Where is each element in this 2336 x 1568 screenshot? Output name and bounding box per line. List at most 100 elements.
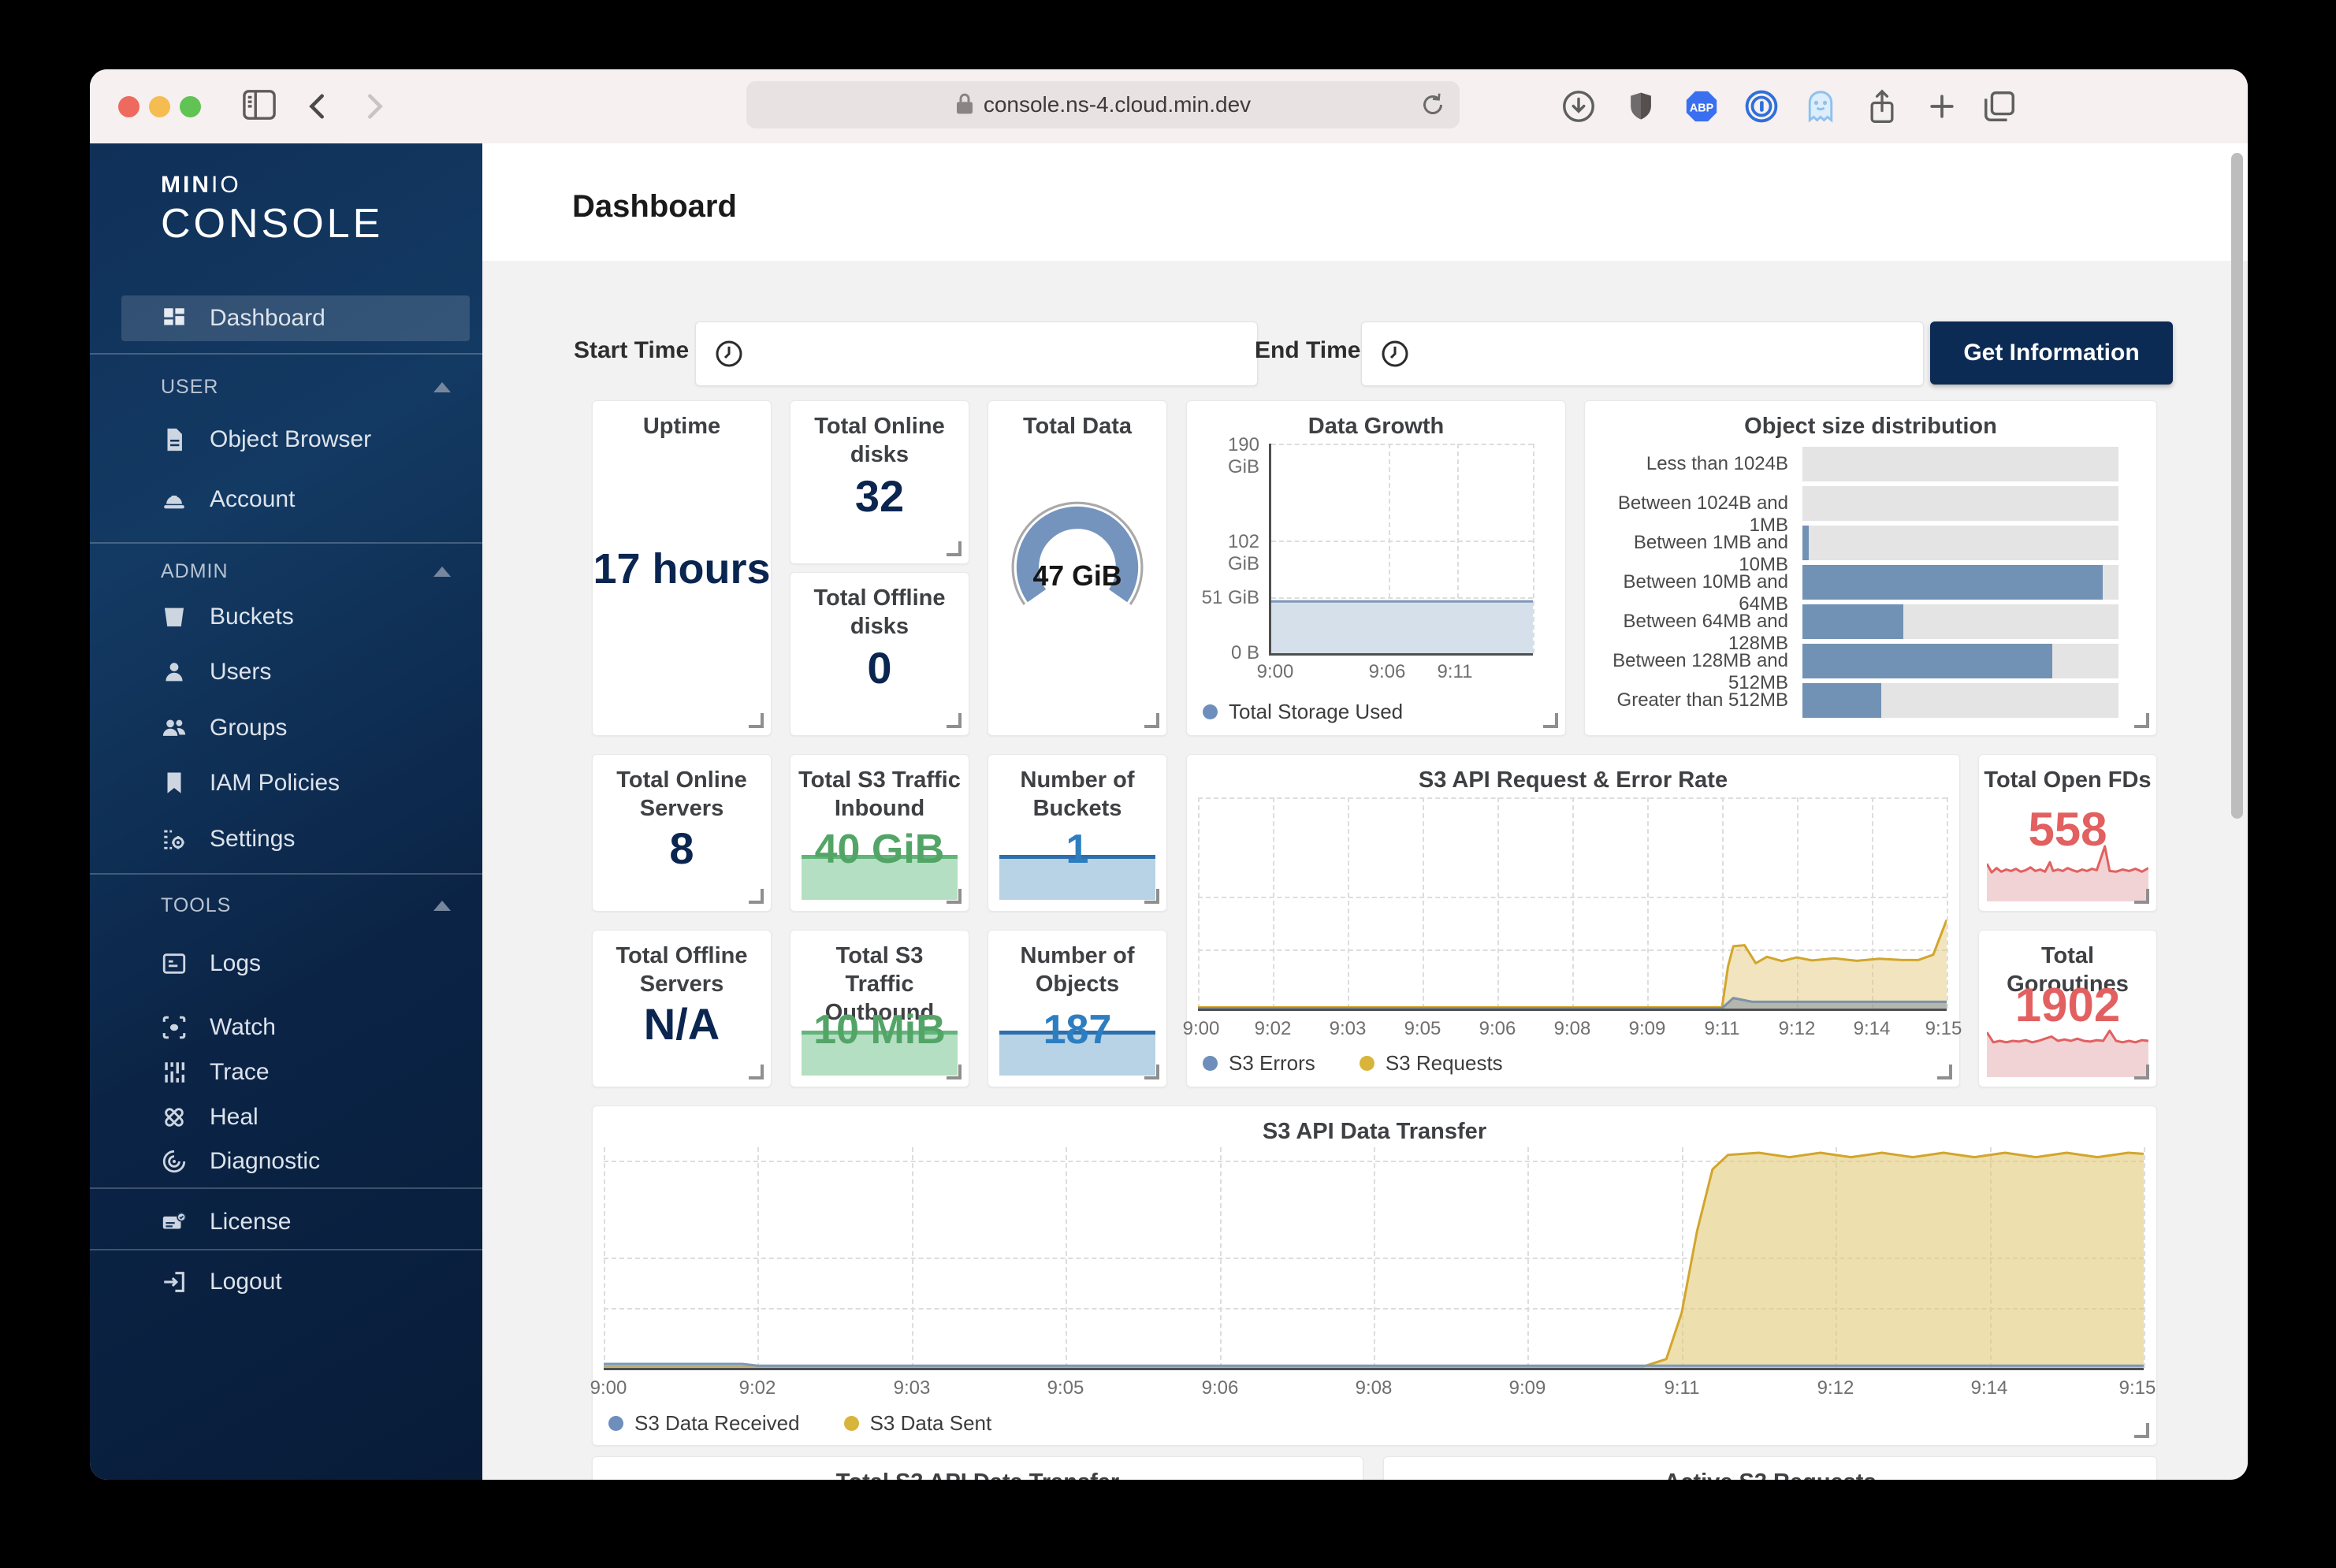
open-fds-card: Total Open FDs 558 bbox=[1978, 754, 2157, 912]
sidebar-item-object-browser[interactable]: Object Browser bbox=[121, 417, 470, 463]
sidebar-item-label: Object Browser bbox=[210, 426, 371, 453]
num-buckets-card: Number of Buckets 1 bbox=[988, 754, 1167, 912]
minimize-window-button[interactable] bbox=[149, 96, 170, 117]
tab-overview-icon[interactable] bbox=[1981, 88, 2018, 128]
card-title: Total S3 API Data Transfer bbox=[593, 1468, 1363, 1480]
sidebar-item-label: Logs bbox=[210, 950, 261, 977]
resize-corner-icon[interactable] bbox=[1937, 1065, 1952, 1079]
end-time-input[interactable] bbox=[1361, 321, 1924, 386]
traffic-inbound-card: Total S3 Traffic Inbound 40 GiB bbox=[790, 754, 969, 912]
reload-icon[interactable] bbox=[1419, 91, 1447, 123]
resize-corner-icon[interactable] bbox=[947, 541, 962, 556]
zoom-window-button[interactable] bbox=[180, 96, 201, 117]
x-tick: 9:03 bbox=[894, 1377, 931, 1399]
forward-button[interactable] bbox=[361, 91, 388, 125]
resize-corner-icon[interactable] bbox=[1144, 889, 1159, 904]
sidebar-item-settings[interactable]: Settings bbox=[121, 816, 470, 862]
start-time-label: Start Time bbox=[574, 337, 689, 364]
resize-corner-icon[interactable] bbox=[947, 1065, 962, 1079]
s3-data-transfer-card: S3 API Data Transfer 9:00 9:02 9:03 9:05… bbox=[592, 1105, 2157, 1446]
document-icon bbox=[161, 426, 188, 453]
card-title: Total Online Servers bbox=[593, 766, 771, 823]
card-title: Uptime bbox=[593, 412, 771, 440]
address-bar[interactable]: console.ns-4.cloud.min.dev bbox=[746, 81, 1460, 128]
back-button[interactable] bbox=[304, 91, 331, 125]
sidebar-item-heal[interactable]: Heal bbox=[121, 1094, 470, 1140]
bar-fill bbox=[1802, 683, 1881, 718]
sidebar-item-users[interactable]: Users bbox=[121, 649, 470, 695]
s3-request-error-card: S3 API Request & Error Rate 9:00 9:02 9:… bbox=[1186, 754, 1960, 1087]
sidebar-item-logout[interactable]: Logout bbox=[121, 1259, 470, 1305]
sidebar-section-user[interactable]: USER bbox=[161, 373, 451, 400]
collapse-icon[interactable] bbox=[433, 382, 451, 392]
resize-corner-icon[interactable] bbox=[1543, 713, 1558, 728]
close-window-button[interactable] bbox=[118, 96, 139, 117]
sidebar-item-label: Groups bbox=[210, 715, 287, 741]
x-tick: 9:12 bbox=[1779, 1018, 1816, 1040]
bar-fill bbox=[1802, 604, 1903, 639]
onepassword-icon[interactable] bbox=[1743, 88, 1780, 128]
new-tab-icon[interactable] bbox=[1925, 88, 1959, 128]
sidebar-item-diagnostic[interactable]: Diagnostic bbox=[121, 1139, 470, 1184]
sidebar-item-groups[interactable]: Groups bbox=[121, 705, 470, 751]
sidebar-item-license[interactable]: License bbox=[121, 1199, 470, 1245]
share-icon[interactable] bbox=[1865, 88, 1899, 130]
y-tick: 102 GiB bbox=[1192, 531, 1259, 575]
x-tick: 9:14 bbox=[1854, 1018, 1891, 1040]
resize-corner-icon[interactable] bbox=[749, 889, 764, 904]
resize-corner-icon[interactable] bbox=[947, 889, 962, 904]
sidebar-item-buckets[interactable]: Buckets bbox=[121, 594, 470, 640]
bar-track bbox=[1802, 526, 2118, 560]
object-size-card: Object size distribution Less than 1024B… bbox=[1584, 400, 2157, 736]
gauge-value: 47 GiB bbox=[1032, 560, 1122, 592]
card-title: Total Offline Servers bbox=[593, 942, 771, 998]
divider bbox=[90, 873, 482, 875]
sidebar-item-iam-policies[interactable]: IAM Policies bbox=[121, 760, 470, 806]
collapse-icon[interactable] bbox=[433, 567, 451, 577]
sidebar-item-dashboard[interactable]: Dashboard bbox=[121, 295, 470, 341]
bucket-icon bbox=[161, 604, 188, 630]
get-information-button[interactable]: Get Information bbox=[1930, 321, 2173, 385]
sidebar-item-account[interactable]: Account bbox=[121, 477, 470, 522]
lock-icon bbox=[955, 91, 974, 119]
card-title: Total S3 Traffic Inbound bbox=[790, 766, 969, 823]
legend-dot bbox=[608, 1416, 623, 1431]
resize-corner-icon[interactable] bbox=[2134, 889, 2149, 904]
collapse-icon[interactable] bbox=[433, 901, 451, 911]
start-time-input[interactable] bbox=[695, 321, 1258, 386]
sidebar-section-tools[interactable]: TOOLS bbox=[161, 892, 451, 919]
open-fds-value: 558 bbox=[1979, 802, 2156, 856]
sidebar-toggle-icon[interactable] bbox=[241, 88, 277, 125]
sidebar-item-logs[interactable]: Logs bbox=[121, 941, 470, 987]
shield-icon[interactable] bbox=[1624, 88, 1658, 128]
bar-track bbox=[1802, 604, 2118, 639]
x-tick: 9:11 bbox=[1705, 1018, 1740, 1040]
x-tick: 9:14 bbox=[1971, 1377, 2008, 1399]
bar-fill bbox=[1802, 565, 2103, 600]
resize-corner-icon[interactable] bbox=[2134, 713, 2149, 728]
resize-corner-icon[interactable] bbox=[749, 1065, 764, 1079]
resize-corner-icon[interactable] bbox=[2134, 1065, 2149, 1079]
resize-corner-icon[interactable] bbox=[1144, 713, 1159, 728]
x-tick: 9:09 bbox=[1509, 1377, 1546, 1399]
num-objects-value: 187 bbox=[988, 1006, 1166, 1053]
section-label: TOOLS bbox=[161, 894, 231, 917]
resize-corner-icon[interactable] bbox=[1144, 1065, 1159, 1079]
x-tick: 9:05 bbox=[1404, 1018, 1441, 1040]
sidebar-item-trace[interactable]: Trace bbox=[121, 1050, 470, 1095]
sidebar-item-label: License bbox=[210, 1209, 291, 1235]
resize-corner-icon[interactable] bbox=[2134, 1423, 2149, 1438]
resize-corner-icon[interactable] bbox=[947, 713, 962, 728]
license-icon bbox=[161, 1209, 188, 1235]
section-label: ADMIN bbox=[161, 560, 229, 583]
browser-titlebar: console.ns-4.cloud.min.dev ABP bbox=[90, 69, 2248, 144]
sidebar-item-watch[interactable]: Watch bbox=[121, 1005, 470, 1050]
scrollbar[interactable] bbox=[2231, 153, 2243, 819]
ghostery-icon[interactable] bbox=[1803, 88, 1838, 130]
offline-disks-card: Total Offline disks 0 bbox=[790, 572, 969, 736]
download-icon[interactable] bbox=[1560, 88, 1597, 128]
sidebar-section-admin[interactable]: ADMIN bbox=[161, 558, 451, 585]
adblock-plus-icon[interactable]: ABP bbox=[1683, 88, 1720, 128]
user-icon bbox=[161, 659, 188, 686]
resize-corner-icon[interactable] bbox=[749, 713, 764, 728]
